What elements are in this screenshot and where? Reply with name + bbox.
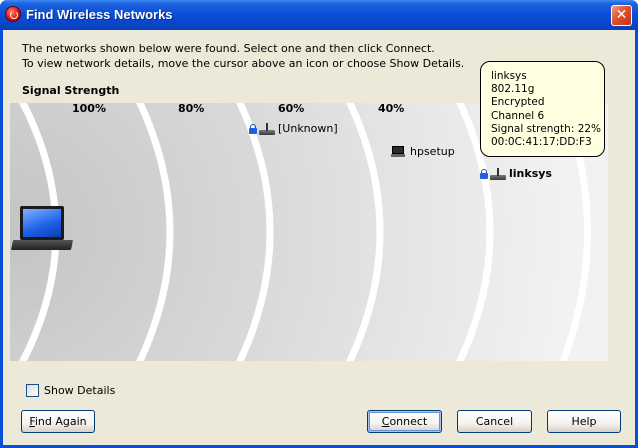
signal-label-80: 80% [178, 102, 205, 115]
window-title: Find Wireless Networks [26, 7, 173, 22]
info-text-line-1: The networks shown below were found. Sel… [22, 42, 435, 55]
network-unknown[interactable]: [Unknown] [249, 122, 338, 135]
button-label: onnect [389, 415, 428, 428]
info-text-line-2: To view network details, move the cursor… [22, 57, 465, 70]
local-computer-icon [10, 206, 74, 258]
button-label: ind Again [34, 415, 87, 428]
show-details-label[interactable]: Show Details [44, 384, 115, 397]
signal-label-60: 60% [278, 102, 305, 115]
show-details-checkbox[interactable] [26, 384, 39, 397]
tooltip-line: Channel 6 [491, 109, 545, 122]
tooltip-line: 802.11g [491, 83, 535, 96]
network-name: [Unknown] [278, 122, 338, 135]
tooltip-line: Signal strength: 22% [491, 122, 602, 135]
network-name: hpsetup [410, 145, 455, 158]
tooltip-line: 00:0C:41:17:DD:F3 [491, 136, 592, 149]
title-bar[interactable]: Find Wireless Networks ✕ [0, 0, 638, 30]
lock-icon [480, 168, 488, 179]
network-tooltip: linksys 802.11g Encrypted Channel 6 Sign… [480, 61, 605, 157]
close-button[interactable]: ✕ [611, 5, 632, 26]
network-hpsetup[interactable]: hpsetup [391, 145, 455, 158]
signal-label-100: 100% [72, 102, 106, 115]
tooltip-line: Encrypted [491, 96, 545, 109]
computer-icon [391, 145, 405, 158]
tooltip-line: linksys [491, 70, 527, 82]
find-again-button[interactable]: Find Again [21, 410, 95, 433]
network-linksys[interactable]: linksys [480, 167, 552, 180]
signal-strength-label: Signal Strength [22, 84, 120, 97]
help-button[interactable]: Help [547, 410, 621, 433]
signal-label-40: 40% [378, 102, 405, 115]
router-icon [259, 122, 275, 135]
network-name: linksys [509, 167, 552, 180]
lock-icon [249, 123, 257, 134]
dialog-window: Find Wireless Networks ✕ The networks sh… [0, 0, 638, 448]
app-icon [5, 6, 21, 22]
dialog-client: The networks shown below were found. Sel… [3, 30, 635, 445]
connect-button[interactable]: Connect [367, 410, 442, 433]
cancel-button[interactable]: Cancel [457, 410, 532, 433]
router-icon [490, 167, 506, 180]
